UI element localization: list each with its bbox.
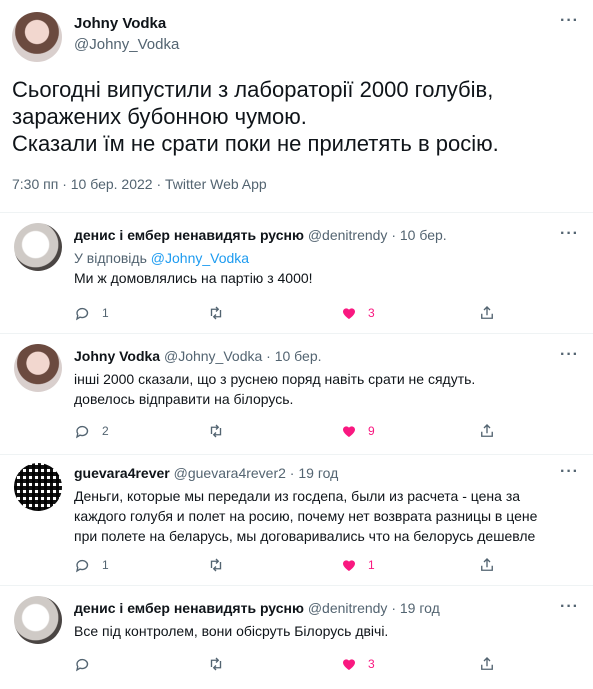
- reply-text-line: при полете на беларусь, мы договаривалис…: [74, 528, 536, 544]
- reply-header: Johny Vodka @Johny_Vodka · 10 бер.: [74, 348, 322, 364]
- reply-body: інші 2000 сказали, що з руснею поряд нав…: [74, 369, 574, 409]
- retweet-icon: [210, 657, 222, 671]
- like-count: 1: [368, 558, 375, 572]
- retweet-button[interactable]: [207, 654, 235, 674]
- reply-handle-date[interactable]: @denitrendy · 10 бер.: [308, 227, 447, 243]
- reply-button[interactable]: 2: [74, 421, 109, 441]
- reply-text-line: Ми ж домовлялись на партію з 4000!: [74, 270, 313, 286]
- avatar[interactable]: [12, 12, 62, 62]
- tweet-line: заражених бубонною чумою.: [12, 104, 307, 129]
- reply-header: guevara4rever @guevara4rever2 · 19 год: [74, 465, 338, 481]
- replying-to: У відповідь @Johny_Vodka: [74, 248, 574, 268]
- action-bar: 3: [74, 654, 514, 674]
- retweet-icon: [210, 558, 222, 572]
- main-tweet: Johny Vodka @Johny_Vodka ··· Сьогодні ви…: [0, 0, 593, 210]
- reply-body: Все під контролем, вони обісруть Білорус…: [74, 621, 574, 641]
- like-count: 9: [368, 424, 375, 438]
- reply-body: У відповідь @Johny_Vodka Ми ж домовлялис…: [74, 248, 574, 288]
- reply-header: денис і ембер ненавидять русню @denitren…: [74, 227, 447, 243]
- reply-count: 2: [102, 424, 109, 438]
- reply-body: Деньги, которые мы передали из госдепа, …: [74, 486, 574, 546]
- action-bar: 1 3: [74, 303, 514, 323]
- reply-handle-date[interactable]: @Johny_Vodka · 10 бер.: [164, 348, 322, 364]
- avatar[interactable]: [14, 344, 62, 392]
- share-button[interactable]: [478, 303, 496, 323]
- reply-icon: [75, 658, 89, 672]
- avatar[interactable]: [14, 463, 62, 511]
- reply-icon: [75, 307, 89, 321]
- reply-text-line: Деньги, которые мы передали из госдепа, …: [74, 488, 521, 504]
- share-button[interactable]: [478, 654, 496, 674]
- heart-icon: [343, 659, 355, 670]
- tweet-line: Сказали їм не срати поки не прилетять в …: [12, 131, 499, 156]
- like-button[interactable]: 3: [340, 303, 375, 323]
- share-icon: [481, 424, 493, 437]
- heart-icon: [343, 308, 355, 319]
- share-icon: [481, 657, 493, 670]
- reply-count: 1: [102, 558, 109, 572]
- reply-author-name[interactable]: денис і ембер ненавидять русню: [74, 600, 304, 616]
- share-icon: [481, 306, 493, 319]
- retweet-icon: [210, 306, 222, 320]
- reply-tweet[interactable]: денис і ембер ненавидять русню @denitren…: [0, 586, 593, 689]
- share-button[interactable]: [478, 555, 496, 575]
- action-bar: 2 9: [74, 421, 514, 441]
- ellipsis-icon[interactable]: ···: [560, 12, 579, 30]
- reply-handle-date[interactable]: @guevara4rever2 · 19 год: [174, 465, 339, 481]
- like-count: 3: [368, 657, 375, 671]
- reply-text-line: інші 2000 сказали, що з руснею поряд нав…: [74, 371, 476, 387]
- retweet-button[interactable]: [207, 303, 235, 323]
- reply-header: денис і ембер ненавидять русню @denitren…: [74, 600, 440, 616]
- author-name[interactable]: Johny Vodka: [74, 15, 166, 32]
- ellipsis-icon[interactable]: ···: [560, 463, 579, 481]
- like-button[interactable]: 1: [340, 555, 375, 575]
- heart-icon: [343, 560, 355, 571]
- share-button[interactable]: [478, 421, 496, 441]
- like-button[interactable]: 3: [340, 654, 375, 674]
- retweet-icon: [210, 424, 222, 438]
- reply-icon: [75, 559, 89, 573]
- reply-button[interactable]: 1: [74, 555, 109, 575]
- retweet-button[interactable]: [207, 421, 235, 441]
- reply-author-name[interactable]: денис і ембер ненавидять русню: [74, 227, 304, 243]
- reply-text-line: каждого голубя и полет на росию, почему …: [74, 508, 538, 524]
- tweet-line: Сьогодні випустили з лабораторії 2000 го…: [12, 77, 494, 102]
- author-handle[interactable]: @Johny_Vodka: [74, 36, 179, 53]
- avatar[interactable]: [14, 223, 62, 271]
- tweet-text: Сьогодні випустили з лабораторії 2000 го…: [12, 76, 582, 157]
- reply-icon: [75, 425, 89, 439]
- mention-link[interactable]: @Johny_Vodka: [151, 250, 249, 266]
- reply-author-name[interactable]: Johny Vodka: [74, 348, 160, 364]
- reply-button[interactable]: 1: [74, 303, 109, 323]
- like-button[interactable]: 9: [340, 421, 375, 441]
- tweet-meta[interactable]: 7:30 пп · 10 бер. 2022 · Twitter Web App: [12, 176, 267, 192]
- action-bar: 1 1: [74, 555, 514, 575]
- retweet-button[interactable]: [207, 555, 235, 575]
- ellipsis-icon[interactable]: ···: [560, 346, 579, 364]
- ellipsis-icon[interactable]: ···: [560, 225, 579, 243]
- reply-text-line: Все під контролем, вони обісруть Білорус…: [74, 623, 389, 639]
- ellipsis-icon[interactable]: ···: [560, 598, 579, 616]
- reply-text-line: довелось відправити на білорусь.: [74, 391, 294, 407]
- avatar[interactable]: [14, 596, 62, 644]
- reply-tweet[interactable]: guevara4rever @guevara4rever2 · 19 год ·…: [0, 455, 593, 585]
- reply-author-name[interactable]: guevara4rever: [74, 465, 170, 481]
- reply-tweet[interactable]: денис і ембер ненавидять русню @denitren…: [0, 213, 593, 333]
- like-count: 3: [368, 306, 375, 320]
- reply-count: 1: [102, 306, 109, 320]
- replying-prefix: У відповідь: [74, 250, 151, 266]
- share-icon: [481, 558, 493, 571]
- reply-handle-date[interactable]: @denitrendy · 19 год: [308, 600, 440, 616]
- heart-icon: [343, 426, 355, 437]
- reply-button[interactable]: [74, 654, 102, 674]
- reply-tweet[interactable]: Johny Vodka @Johny_Vodka · 10 бер. ··· і…: [0, 334, 593, 454]
